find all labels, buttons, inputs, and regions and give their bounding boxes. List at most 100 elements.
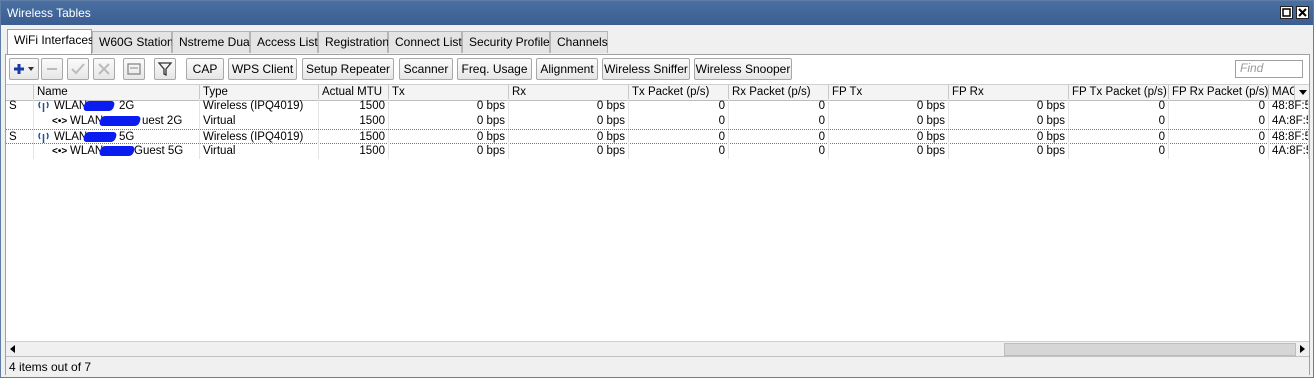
filter-icon <box>157 62 173 77</box>
wireless-sniffer-button[interactable]: Wireless Sniffer <box>602 58 690 80</box>
interfaces-table: Name Type Actual MTU Tx Rx Tx Packet (p/… <box>6 84 1309 340</box>
fp-rx-packet-cell: 0 <box>1169 114 1269 129</box>
tx-packet-cell: 0 <box>629 99 729 114</box>
header-fp-rx-packet[interactable]: FP Rx Packet (p/s) <box>1169 85 1269 100</box>
fp-tx-packet-cell: 0 <box>1069 144 1169 159</box>
name-suffix: uest 2G <box>142 115 183 127</box>
status-bar: 4 items out of 7 <box>6 356 1309 377</box>
comment-button[interactable] <box>123 58 145 80</box>
header-fp-rx[interactable]: FP Rx <box>949 85 1069 100</box>
tx-cell: 0 bps <box>389 144 509 159</box>
header-tx-packet[interactable]: Tx Packet (p/s) <box>629 85 729 100</box>
mtu-cell: 1500 <box>319 130 389 145</box>
fp-tx-packet-cell: 0 <box>1069 130 1169 145</box>
remove-button[interactable] <box>41 58 63 80</box>
name-prefix: WLAN <box>70 145 104 157</box>
tab-access-list[interactable]: Access List <box>250 31 318 53</box>
header-flags[interactable] <box>6 85 34 100</box>
header-type[interactable]: Type <box>200 85 319 100</box>
column-menu-button[interactable] <box>1295 85 1309 100</box>
filter-button[interactable] <box>154 58 176 80</box>
flag-cell <box>6 114 34 129</box>
fp-tx-cell: 0 bps <box>829 130 949 145</box>
cap-button[interactable]: CAP <box>186 58 224 80</box>
mac-cell: 4A:8F:5 <box>1269 144 1309 159</box>
flag-cell: S <box>6 130 34 145</box>
wireless-snooper-button[interactable]: Wireless Snooper <box>694 58 792 80</box>
fp-rx-cell: 0 bps <box>949 99 1069 114</box>
tab-registration[interactable]: Registration <box>318 31 389 53</box>
find-input[interactable]: Find <box>1235 60 1303 78</box>
redaction-mark <box>98 146 136 156</box>
fp-rx-packet-cell: 0 <box>1169 130 1269 145</box>
table-row[interactable]: <•> WLAN Guest 5G Virtual 1500 0 bps 0 b… <box>6 144 1309 159</box>
header-rx[interactable]: Rx <box>509 85 629 100</box>
close-button[interactable] <box>1296 6 1309 19</box>
name-suffix: 2G <box>119 100 135 112</box>
flag-cell <box>6 144 34 159</box>
tx-packet-cell: 0 <box>629 130 729 145</box>
tx-cell: 0 bps <box>389 114 509 129</box>
name-cell: WLAN 5G <box>34 130 200 145</box>
cross-icon <box>98 63 110 75</box>
tx-packet-cell: 0 <box>629 114 729 129</box>
maximize-button[interactable] <box>1280 6 1293 19</box>
name-prefix: WLAN <box>70 115 104 127</box>
maximize-icon <box>1282 8 1291 17</box>
plus-icon <box>14 64 34 74</box>
fp-rx-cell: 0 bps <box>949 144 1069 159</box>
virtual-interface-icon: <•> <box>52 146 68 157</box>
rx-packet-cell: 0 <box>729 144 829 159</box>
table-row[interactable]: S WLAN 2G Wireless (IPQ4019) 1500 0 bps … <box>6 99 1309 114</box>
rx-packet-cell: 0 <box>729 99 829 114</box>
tab-channels[interactable]: Channels <box>550 31 608 53</box>
scroll-right-icon[interactable] <box>1298 344 1306 354</box>
header-fp-tx[interactable]: FP Tx <box>829 85 949 100</box>
wireless-interface-icon <box>38 132 49 143</box>
tab-nstreme-dual[interactable]: Nstreme Dual <box>172 31 252 53</box>
name-prefix: WLAN <box>54 100 88 112</box>
enable-button[interactable] <box>67 58 89 80</box>
header-tx[interactable]: Tx <box>389 85 509 100</box>
header-name[interactable]: Name <box>34 85 200 100</box>
header-rx-packet[interactable]: Rx Packet (p/s) <box>729 85 829 100</box>
scanner-button[interactable]: Scanner <box>399 58 453 80</box>
table-row[interactable]: S WLAN 5G Wireless (IPQ4019) 1500 0 bps … <box>6 129 1309 145</box>
table-row[interactable]: <•> WLAN uest 2G Virtual 1500 0 bps 0 bp… <box>6 114 1309 129</box>
tab-wifi-interfaces[interactable]: WiFi Interfaces <box>7 29 94 54</box>
setup-repeater-button[interactable]: Setup Repeater <box>302 58 394 80</box>
type-cell: Wireless (IPQ4019) <box>200 130 319 145</box>
rx-cell: 0 bps <box>509 99 629 114</box>
horizontal-scrollbar[interactable] <box>6 341 1309 356</box>
rx-packet-cell: 0 <box>729 130 829 145</box>
mtu-cell: 1500 <box>319 144 389 159</box>
fp-tx-cell: 0 bps <box>829 114 949 129</box>
header-fp-tx-packet[interactable]: FP Tx Packet (p/s) <box>1069 85 1169 100</box>
header-mac[interactable]: MAC <box>1269 85 1295 100</box>
wps-client-button[interactable]: WPS Client <box>228 58 297 80</box>
type-cell: Virtual <box>200 144 319 159</box>
alignment-button[interactable]: Alignment <box>536 58 598 80</box>
redaction-mark <box>82 101 116 111</box>
wifi-interfaces-panel: CAP WPS Client Setup Repeater Scanner Fr… <box>5 54 1310 377</box>
title-bar[interactable]: Wireless Tables <box>1 1 1313 25</box>
minus-icon <box>47 68 57 70</box>
rx-cell: 0 bps <box>509 114 629 129</box>
name-prefix: WLAN <box>54 131 88 143</box>
freq-usage-button[interactable]: Freq. Usage <box>457 58 532 80</box>
fp-rx-cell: 0 bps <box>949 114 1069 129</box>
name-suffix: 5G <box>119 131 135 143</box>
tx-cell: 0 bps <box>389 99 509 114</box>
add-button[interactable] <box>9 58 39 80</box>
scrollbar-thumb[interactable] <box>1004 343 1296 356</box>
header-actual-mtu[interactable]: Actual MTU <box>319 85 389 100</box>
disable-button[interactable] <box>93 58 115 80</box>
tab-security-profiles[interactable]: Security Profiles <box>462 31 556 53</box>
scroll-left-icon[interactable] <box>9 344 17 354</box>
fp-tx-packet-cell: 0 <box>1069 114 1169 129</box>
tab-connect-list[interactable]: Connect List <box>388 31 462 53</box>
tab-w60g-station[interactable]: W60G Station <box>92 31 174 53</box>
rx-cell: 0 bps <box>509 130 629 145</box>
check-icon <box>71 63 85 75</box>
name-cell: WLAN 2G <box>34 99 200 114</box>
